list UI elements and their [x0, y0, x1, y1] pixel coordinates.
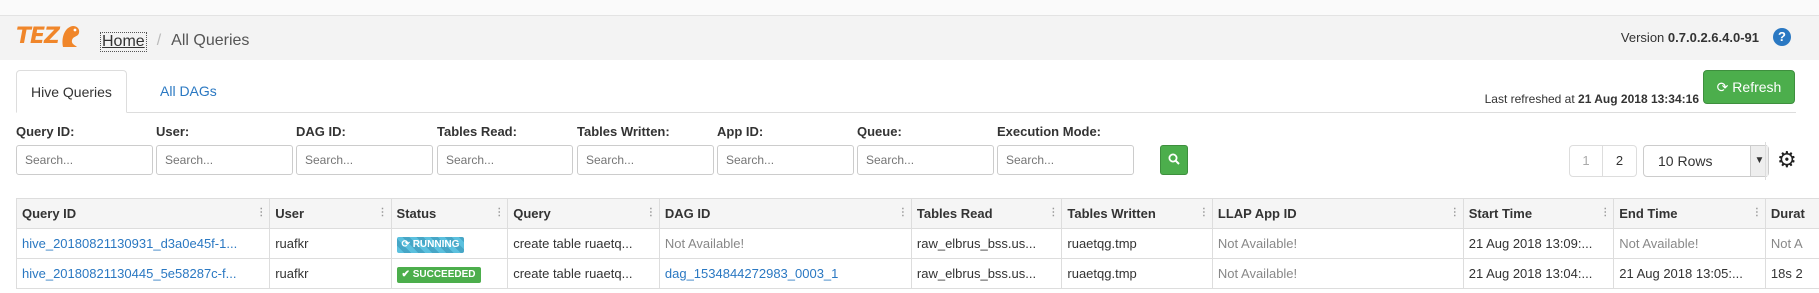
tab-hive-queries[interactable]: Hive Queries — [16, 70, 127, 113]
column-header-tables-read[interactable]: Tables Read ⋮ — [910, 198, 1063, 229]
pagination: 1 2 — [1569, 145, 1637, 177]
status-badge: ✔ SUCCEEDED — [396, 266, 481, 283]
filter-label-app-id: App ID: — [717, 124, 764, 139]
help-icon[interactable]: ? — [1773, 28, 1791, 46]
app-header — [0, 16, 1819, 60]
last-refreshed: Last refreshed at 21 Aug 2018 13:34:16 — [1485, 92, 1699, 106]
column-header-dag-id[interactable]: DAG ID ⋮ — [658, 198, 912, 229]
column-header-start-time[interactable]: Start Time ⋮ — [1462, 198, 1615, 229]
breadcrumb: Home / All Queries — [100, 32, 249, 52]
llap-app-id-cell: Not Available! — [1211, 258, 1464, 289]
execution-mode-search-input[interactable] — [997, 145, 1134, 175]
column-resize-handle[interactable]: ⋮ — [256, 207, 266, 218]
status-cell: ⟳ RUNNING — [390, 228, 509, 259]
version-value: 0.7.0.2.6.4.0-91 — [1667, 30, 1759, 45]
duration-cell: Not A — [1764, 228, 1819, 259]
status-cell: ✔ SUCCEEDED — [390, 258, 509, 289]
column-resize-handle[interactable]: ⋮ — [898, 207, 908, 218]
column-resize-handle[interactable]: ⋮ — [1450, 207, 1460, 218]
tables-written-search-input[interactable] — [577, 145, 714, 175]
column-resize-handle[interactable]: ⋮ — [1600, 207, 1610, 218]
tables-written-cell: ruaetqg.tmp — [1061, 228, 1213, 259]
llap-app-id-cell: Not Available! — [1211, 228, 1464, 259]
top-strip — [0, 0, 1819, 16]
filter-label-tables-read: Tables Read: — [437, 124, 517, 139]
refresh-button-label: Refresh — [1732, 79, 1782, 95]
column-header-duration[interactable]: Durat — [1764, 198, 1819, 229]
dag-id-cell: Not Available! — [658, 228, 912, 259]
column-resize-handle[interactable]: ⋮ — [1199, 207, 1209, 218]
breadcrumb-separator: / — [156, 32, 162, 49]
page-2-button[interactable]: 2 — [1603, 145, 1637, 177]
query-id-link[interactable]: hive_20180821130931_d3a0e45f-1... — [16, 228, 271, 259]
dag-id-search-input[interactable] — [296, 145, 433, 175]
tables-written-cell: ruaetqg.tmp — [1061, 258, 1213, 289]
column-resize-handle[interactable]: ⋮ — [1752, 207, 1762, 218]
query-id-search-input[interactable] — [16, 145, 153, 175]
user-cell: ruafkr — [269, 228, 392, 259]
table-header-row: Query ID ⋮ User ⋮ Status ⋮ Query ⋮ DAG ID ⋮ T… — [16, 198, 1819, 229]
queue-search-input[interactable] — [857, 145, 994, 175]
tez-bird-icon — [62, 26, 80, 47]
end-time-cell: Not Available! — [1613, 228, 1766, 259]
tables-read-search-input[interactable] — [437, 145, 573, 175]
dag-id-link[interactable]: dag_1534844272983_0003_1 — [658, 258, 912, 289]
filter-label-user: User: — [156, 124, 190, 139]
user-cell: ruafkr — [269, 258, 392, 289]
toolbar-divider — [1765, 142, 1766, 180]
column-header-query-id[interactable]: Query ID ⋮ — [16, 198, 271, 229]
breadcrumb-home-link[interactable]: Home — [100, 32, 147, 52]
end-time-cell: 21 Aug 2018 13:05:... — [1613, 258, 1766, 289]
refresh-icon: ⟳ — [1716, 79, 1729, 95]
column-header-tables-written[interactable]: Tables Written ⋮ — [1061, 198, 1213, 229]
filter-label-dag-id: DAG ID: — [296, 124, 346, 139]
last-refreshed-label: Last refreshed at — [1484, 92, 1575, 106]
column-resize-handle[interactable]: ⋮ — [494, 207, 504, 218]
page-1-button[interactable]: 1 — [1569, 145, 1603, 177]
column-header-status[interactable]: Status ⋮ — [390, 198, 509, 229]
breadcrumb-current: All Queries — [171, 32, 250, 49]
column-header-user[interactable]: User ⋮ — [269, 198, 392, 229]
tables-read-cell: raw_elbrus_bss.us... — [910, 228, 1063, 259]
start-time-cell: 21 Aug 2018 13:04:... — [1462, 258, 1615, 289]
query-cell: create table ruaetq... — [507, 258, 660, 289]
column-header-end-time[interactable]: End Time ⋮ — [1613, 198, 1766, 229]
user-search-input[interactable] — [156, 145, 293, 175]
tables-read-cell: raw_elbrus_bss.us... — [910, 258, 1063, 289]
rows-per-page-select[interactable]: 10 Rows ▼ — [1643, 145, 1769, 177]
gear-icon[interactable]: ⚙ — [1777, 147, 1797, 173]
tez-logo[interactable]: TEZ — [16, 20, 81, 52]
search-icon — [1168, 153, 1180, 165]
filter-label-queue: Queue: — [857, 124, 902, 139]
column-header-query[interactable]: Query ⋮ — [507, 198, 660, 229]
table-row: hive_20180821130445_5e58287c-f... ruafkr… — [16, 258, 1819, 289]
last-refreshed-value: 21 Aug 2018 13:34:16 — [1578, 92, 1699, 106]
table-row: hive_20180821130931_d3a0e45f-1... ruafkr… — [16, 228, 1819, 259]
tab-all-dags[interactable]: All DAGs — [146, 70, 231, 113]
refresh-button[interactable]: ⟳ Refresh — [1703, 70, 1795, 104]
column-resize-handle[interactable]: ⋮ — [646, 207, 656, 218]
rows-per-page-value: 10 Rows — [1658, 153, 1713, 169]
queries-table: Query ID ⋮ User ⋮ Status ⋮ Query ⋮ DAG ID ⋮ T… — [16, 198, 1819, 293]
version-label: Version — [1620, 30, 1665, 45]
query-id-link[interactable]: hive_20180821130445_5e58287c-f... — [16, 258, 271, 289]
filter-label-query-id: Query ID: — [16, 124, 75, 139]
filter-label-execution-mode: Execution Mode: — [997, 124, 1102, 139]
status-badge: ⟳ RUNNING — [396, 236, 465, 253]
column-header-llap-app-id[interactable]: LLAP App ID ⋮ — [1211, 198, 1464, 229]
version-info: Version 0.7.0.2.6.4.0-91 — [1621, 30, 1759, 45]
app-id-search-input[interactable] — [717, 145, 854, 175]
column-resize-handle[interactable]: ⋮ — [1048, 207, 1058, 218]
start-time-cell: 21 Aug 2018 13:09:... — [1462, 228, 1615, 259]
query-cell: create table ruaetq... — [507, 228, 660, 259]
filter-label-tables-written: Tables Written: — [577, 124, 670, 139]
duration-cell: 18s 2 — [1764, 258, 1819, 289]
logo-text: TEZ — [16, 23, 60, 49]
column-resize-handle[interactable]: ⋮ — [378, 207, 388, 218]
search-button[interactable] — [1160, 145, 1188, 175]
